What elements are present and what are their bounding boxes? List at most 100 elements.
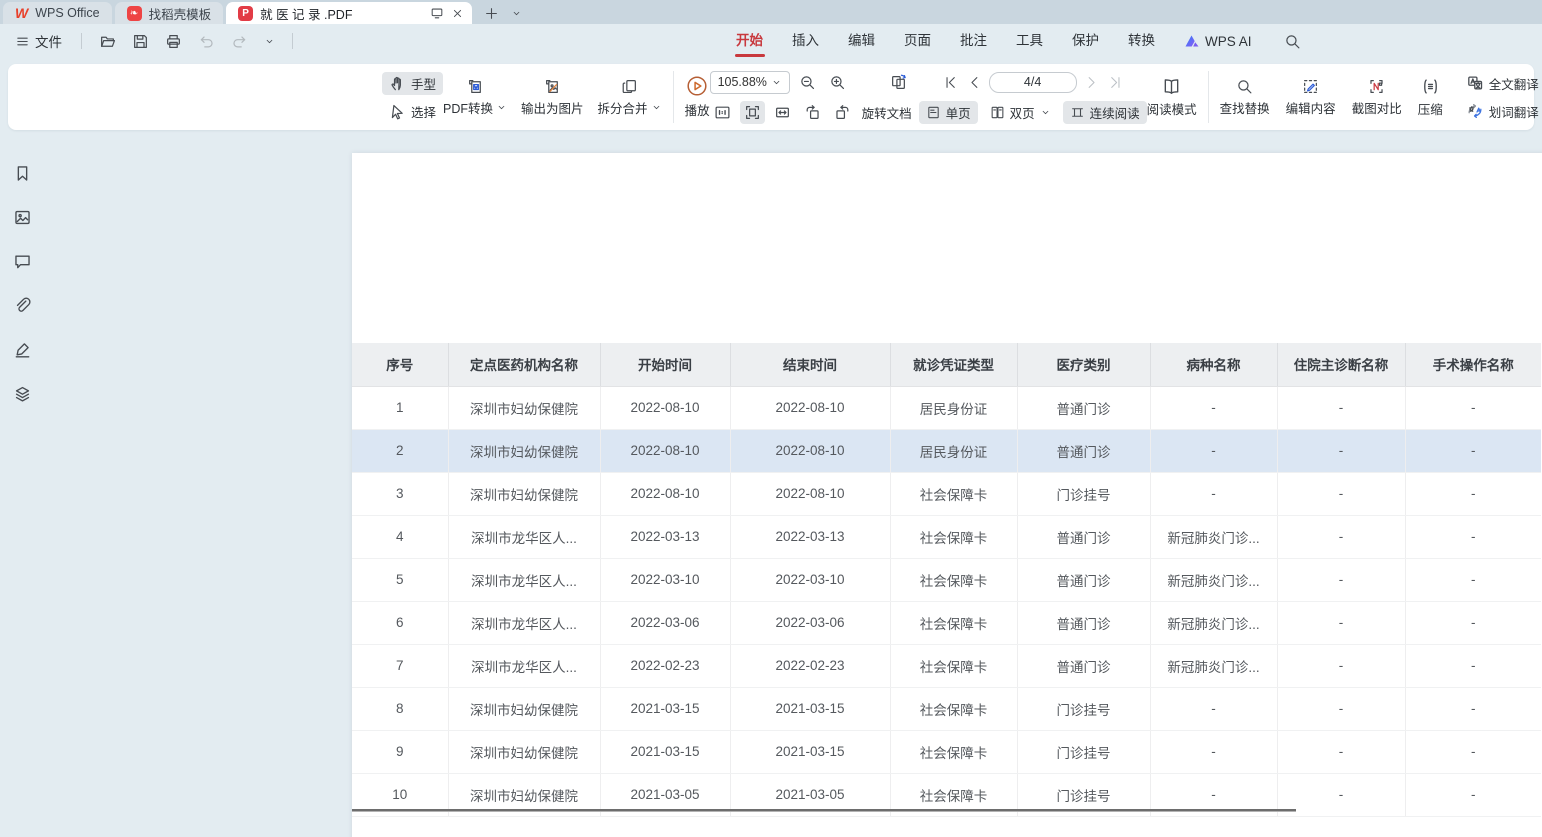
file-menu-label: 文件 — [35, 31, 62, 51]
screenshot-compare-icon — [1368, 78, 1385, 95]
table-cell: - — [1405, 386, 1541, 429]
save-button[interactable] — [129, 30, 152, 53]
tab-label: WPS Office — [35, 6, 99, 20]
thumbnail-icon[interactable] — [9, 205, 35, 229]
pdf-convert-button[interactable]: PDF转换 — [443, 78, 507, 117]
select-tool-button[interactable]: 选择 — [382, 100, 443, 123]
docer-icon: ❧ — [127, 6, 142, 21]
bookmark-icon[interactable] — [9, 161, 35, 185]
table-cell: 3 — [352, 472, 448, 515]
chevron-down-icon — [651, 102, 662, 113]
fit-width-button[interactable] — [770, 101, 795, 124]
table-cell: 深圳市妇幼保健院 — [448, 429, 600, 472]
hand-tool-button[interactable]: 手型 — [382, 72, 443, 95]
last-page-button[interactable] — [1106, 73, 1125, 92]
export-image-label: 输出为图片 — [521, 98, 584, 117]
open-file-button[interactable] — [96, 30, 119, 53]
close-tab-icon[interactable] — [451, 7, 464, 20]
undo-history-chevron-icon[interactable] — [261, 33, 278, 50]
monitor-icon[interactable] — [430, 6, 444, 20]
menu-tab-4[interactable]: 批注 — [960, 27, 987, 55]
prev-page-button[interactable] — [965, 73, 984, 92]
full-translate-button[interactable]: 全文翻译 — [1459, 72, 1542, 95]
play-label: 播放 — [685, 100, 710, 119]
table-cell: - — [1277, 386, 1405, 429]
rotate-right-button[interactable] — [830, 101, 855, 124]
table-cell: 普通门诊 — [1017, 515, 1150, 558]
menu-tab-5[interactable]: 工具 — [1016, 27, 1043, 55]
divider — [292, 33, 293, 49]
next-page-button[interactable] — [1082, 73, 1101, 92]
table-cell: 普通门诊 — [1017, 644, 1150, 687]
print-button[interactable] — [162, 30, 185, 53]
tab-document-pdf[interactable]: P 就 医 记 录 .PDF — [226, 2, 472, 24]
table-cell: - — [1405, 644, 1541, 687]
rotate-document-label: 旋转文档 — [862, 103, 912, 122]
first-page-button[interactable] — [941, 73, 960, 92]
horizontal-scrollbar[interactable] — [352, 809, 1296, 812]
rotate-document-button[interactable]: 旋转文档 — [860, 101, 919, 124]
zoom-in-button[interactable] — [825, 71, 850, 94]
double-page-button[interactable]: 双页 — [983, 101, 1058, 124]
tab-list-chevron-icon[interactable] — [511, 8, 522, 19]
table-cell: 2022-08-10 — [600, 386, 730, 429]
word-translate-label: 划词翻译 — [1489, 102, 1539, 121]
read-mode-button[interactable]: 阅读模式 — [1147, 77, 1197, 118]
ribbon-tabs: 开始 插入 编辑 页面 批注 工具 保护 转换 WPS AI — [736, 27, 1304, 55]
tab-wps-home[interactable]: W WPS Office — [3, 2, 112, 24]
menu-tab-2[interactable]: 编辑 — [848, 27, 875, 55]
split-merge-button[interactable]: 拆分合并 — [598, 78, 662, 117]
screenshot-compare-button[interactable]: 截图对比 — [1352, 78, 1402, 117]
table-cell: 门诊挂号 — [1017, 687, 1150, 730]
compress-button[interactable]: 压缩 — [1418, 77, 1443, 118]
edit-content-button[interactable]: 编辑内容 — [1286, 78, 1336, 117]
page-number-input[interactable] — [989, 72, 1077, 93]
tab-docer-templates[interactable]: ❧ 找稻壳模板 — [115, 2, 224, 24]
export-image-button[interactable]: 输出为图片 — [521, 78, 584, 117]
word-translate-button[interactable]: 划词翻译 — [1459, 100, 1542, 123]
redo-button[interactable] — [228, 30, 251, 53]
menu-tab-6[interactable]: 保护 — [1072, 27, 1099, 55]
table-cell: 2022-08-10 — [600, 429, 730, 472]
continuous-read-icon — [1070, 105, 1085, 120]
single-page-button[interactable]: 单页 — [919, 101, 978, 124]
continuous-read-button[interactable]: 连续阅读 — [1063, 101, 1147, 124]
play-button[interactable]: 播放 — [685, 75, 710, 119]
menu-tab-7[interactable]: 转换 — [1128, 27, 1155, 55]
table-cell: 2021-03-15 — [600, 730, 730, 773]
zoom-level-select[interactable]: 105.88% — [710, 71, 790, 94]
chevron-down-icon — [1040, 107, 1051, 118]
full-translate-label: 全文翻译 — [1489, 74, 1539, 93]
rotate-left-button[interactable] — [800, 101, 825, 124]
table-cell: 2021-03-15 — [730, 687, 890, 730]
zoom-out-button[interactable] — [795, 71, 820, 94]
table-cell: - — [1150, 429, 1277, 472]
file-menu-button[interactable]: 文件 — [10, 28, 67, 54]
menu-search-icon[interactable] — [1281, 30, 1304, 53]
signature-icon[interactable] — [9, 337, 35, 361]
table-cell: - — [1405, 558, 1541, 601]
menu-tab-0[interactable]: 开始 — [736, 27, 763, 55]
read-mode-label: 阅读模式 — [1147, 99, 1197, 118]
actual-size-button[interactable] — [710, 101, 735, 124]
table-row: 1深圳市妇幼保健院2022-08-102022-08-10居民身份证普通门诊--… — [352, 386, 1541, 429]
table-cell: 新冠肺炎门诊... — [1150, 558, 1277, 601]
table-cell: 社会保障卡 — [890, 515, 1017, 558]
export-image-icon — [544, 78, 561, 95]
undo-button[interactable] — [195, 30, 218, 53]
zoom-level-value: 105.88% — [718, 75, 767, 89]
new-tab-button[interactable] — [484, 6, 499, 21]
table-cell: 新冠肺炎门诊... — [1150, 601, 1277, 644]
fit-page-button[interactable] — [740, 101, 765, 124]
attachment-icon[interactable] — [9, 293, 35, 317]
menu-tab-1[interactable]: 插入 — [792, 27, 819, 55]
layers-icon[interactable] — [9, 381, 35, 405]
table-row: 8深圳市妇幼保健院2021-03-152021-03-15社会保障卡门诊挂号--… — [352, 687, 1541, 730]
table-cell: - — [1277, 773, 1405, 816]
menu-tab-3[interactable]: 页面 — [904, 27, 931, 55]
comment-icon[interactable] — [9, 249, 35, 273]
replace-pages-icon[interactable] — [886, 71, 911, 94]
find-replace-button[interactable]: 查找替换 — [1220, 78, 1270, 117]
table-row: 6深圳市龙华区人...2022-03-062022-03-06社会保障卡普通门诊… — [352, 601, 1541, 644]
menu-wps-ai[interactable]: WPS AI — [1184, 33, 1252, 49]
